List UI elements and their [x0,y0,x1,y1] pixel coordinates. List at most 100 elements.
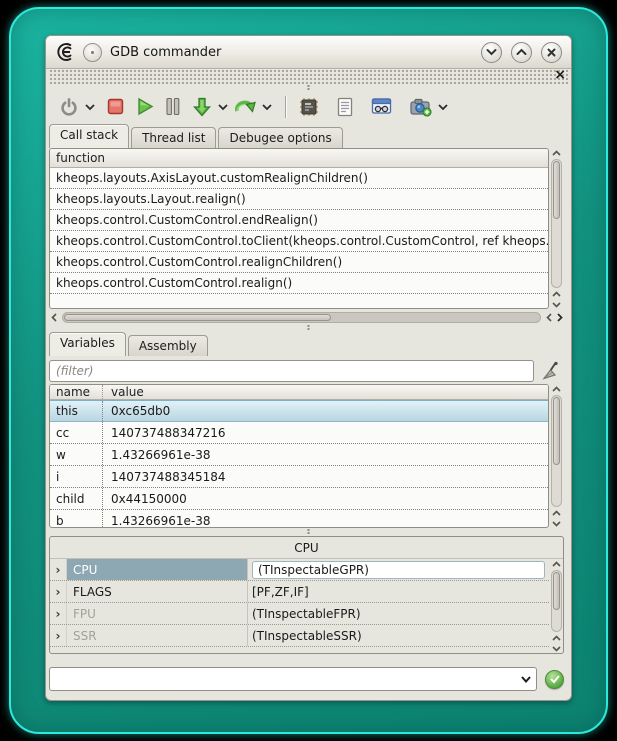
variable-value: 0x44150000 [102,488,548,509]
middle-tab-bar: Variables Assembly [46,332,571,356]
dock-splitter[interactable] [46,84,571,89]
scroll-up-icon[interactable] [552,384,561,394]
play-icon [136,97,154,116]
command-combobox[interactable] [49,667,537,691]
chevron-down-icon [85,103,95,111]
scroll-track[interactable] [551,570,562,632]
snapshot-menu-button[interactable] [435,101,451,113]
dock-close-icon[interactable]: × [554,68,566,83]
variable-row[interactable]: cc 140737488347216 [50,422,548,444]
tab-variables[interactable]: Variables [49,332,126,356]
variable-row[interactable]: b 1.43266961e-38 [50,510,548,528]
step-over-button[interactable] [231,95,259,119]
tab-call-stack[interactable]: Call stack [49,124,129,148]
cpu-inspector-panel: CPU › CPU (TInspectableGPR) › FLAGS [PF,… [49,536,564,654]
scroll-down-icon[interactable] [552,299,561,309]
power-menu-button[interactable] [82,101,98,113]
call-stack-header[interactable]: function [50,149,548,168]
top-tab-bar: Call stack Thread list Debugee options [46,124,571,148]
gdb-commander-window: GDB commander × [45,35,572,701]
scroll-track[interactable] [62,312,541,323]
tab-debugee-options[interactable]: Debugee options [218,127,342,148]
minimize-button[interactable] [481,42,502,63]
scroll-track[interactable] [551,159,562,288]
scroll-down-icon[interactable] [552,518,561,528]
call-stack-row[interactable]: kheops.control.CustomControl.realignChil… [50,252,548,273]
cpu-register-row[interactable]: › SSR (TInspectableSSR) [50,625,549,647]
window-menu-button[interactable] [83,43,102,62]
stop-button[interactable] [104,96,127,117]
call-stack-row[interactable]: kheops.control.CustomControl.toClient(kh… [50,231,548,252]
maximize-button[interactable] [511,42,532,63]
scroll-thumb[interactable] [553,397,560,465]
cpu-register-row[interactable]: › FPU (TInspectableFPR) [50,603,549,625]
step-into-button[interactable] [189,95,215,119]
send-command-button[interactable] [545,670,564,689]
cpu-register-row[interactable]: › CPU (TInspectableGPR) [50,559,549,581]
cpu-register-row[interactable]: › FLAGS [PF,ZF,IF] [50,581,549,603]
register-name: FLAGS [67,581,247,602]
close-icon [547,48,556,57]
command-input[interactable] [56,669,520,689]
scroll-down-icon[interactable] [552,643,561,653]
call-stack-row[interactable]: kheops.control.CustomControl.endRealign(… [50,210,548,231]
tab-assembly[interactable]: Assembly [128,335,208,356]
scroll-up-icon[interactable] [552,633,561,643]
scroll-right-icon[interactable] [554,312,564,322]
scroll-up-icon[interactable] [552,148,561,158]
title-bar[interactable]: GDB commander [46,36,571,69]
call-stack-row[interactable]: kheops.layouts.Layout.realign() [50,189,548,210]
expander-icon[interactable]: › [50,625,67,646]
broom-icon [541,361,561,381]
register-value-field[interactable]: (TInspectableGPR) [252,561,545,579]
step-into-menu-button[interactable] [215,101,231,113]
panel-splitter[interactable] [46,324,571,332]
scroll-thumb[interactable] [553,572,560,610]
tab-thread-list[interactable]: Thread list [131,127,216,148]
call-stack-vscrollbar[interactable] [549,148,564,309]
expander-icon[interactable]: › [50,603,67,624]
cpu-view-button[interactable] [296,95,322,119]
variables-vscrollbar[interactable] [549,384,564,528]
call-stack-row[interactable]: kheops.control.CustomControl.realign() [50,273,548,294]
column-value[interactable]: value [102,385,548,399]
variable-name: cc [50,422,102,443]
cpu-vscrollbar[interactable] [549,559,563,653]
close-button[interactable] [541,42,562,63]
scroll-thumb[interactable] [553,161,560,219]
chevron-down-icon [262,103,272,111]
scroll-track[interactable] [551,395,562,507]
variable-value: 1.43266961e-38 [102,444,548,465]
filter-input[interactable] [49,360,534,382]
chevron-down-icon[interactable] [520,675,532,684]
step-over-menu-button[interactable] [259,101,275,113]
scroll-left-icon[interactable] [49,312,59,322]
call-stack-row[interactable]: kheops.layouts.AxisLayout.customRealignC… [50,168,548,189]
scroll-up-icon[interactable] [552,289,561,299]
pause-button[interactable] [163,95,183,118]
expander-icon[interactable]: › [50,581,67,602]
variable-row[interactable]: this 0xc65db0 [50,400,548,422]
run-button[interactable] [133,95,157,118]
variable-row[interactable]: child 0x44150000 [50,488,548,510]
window-title: GDB commander [110,45,221,60]
variable-row[interactable]: i 140737488345184 [50,466,548,488]
output-view-button[interactable] [334,95,356,119]
clear-filter-button[interactable] [538,359,564,383]
expander-icon[interactable]: › [50,559,67,580]
panel-splitter[interactable] [46,528,571,536]
scroll-left-icon[interactable] [544,312,554,322]
step-over-icon [234,97,256,117]
scroll-up-icon[interactable] [552,559,561,569]
column-name[interactable]: name [50,385,102,399]
scroll-thumb[interactable] [64,314,331,321]
dock-grip-handle[interactable]: × [48,69,569,84]
scroll-up-icon[interactable] [552,508,561,518]
power-button[interactable] [56,95,82,119]
variables-table-header[interactable]: name value [50,385,548,400]
snapshot-button[interactable] [407,95,435,119]
variable-row[interactable]: w 1.43266961e-38 [50,444,548,466]
call-stack-hscrollbar[interactable] [49,310,564,324]
watch-view-button[interactable] [368,95,395,118]
document-icon [337,97,353,117]
